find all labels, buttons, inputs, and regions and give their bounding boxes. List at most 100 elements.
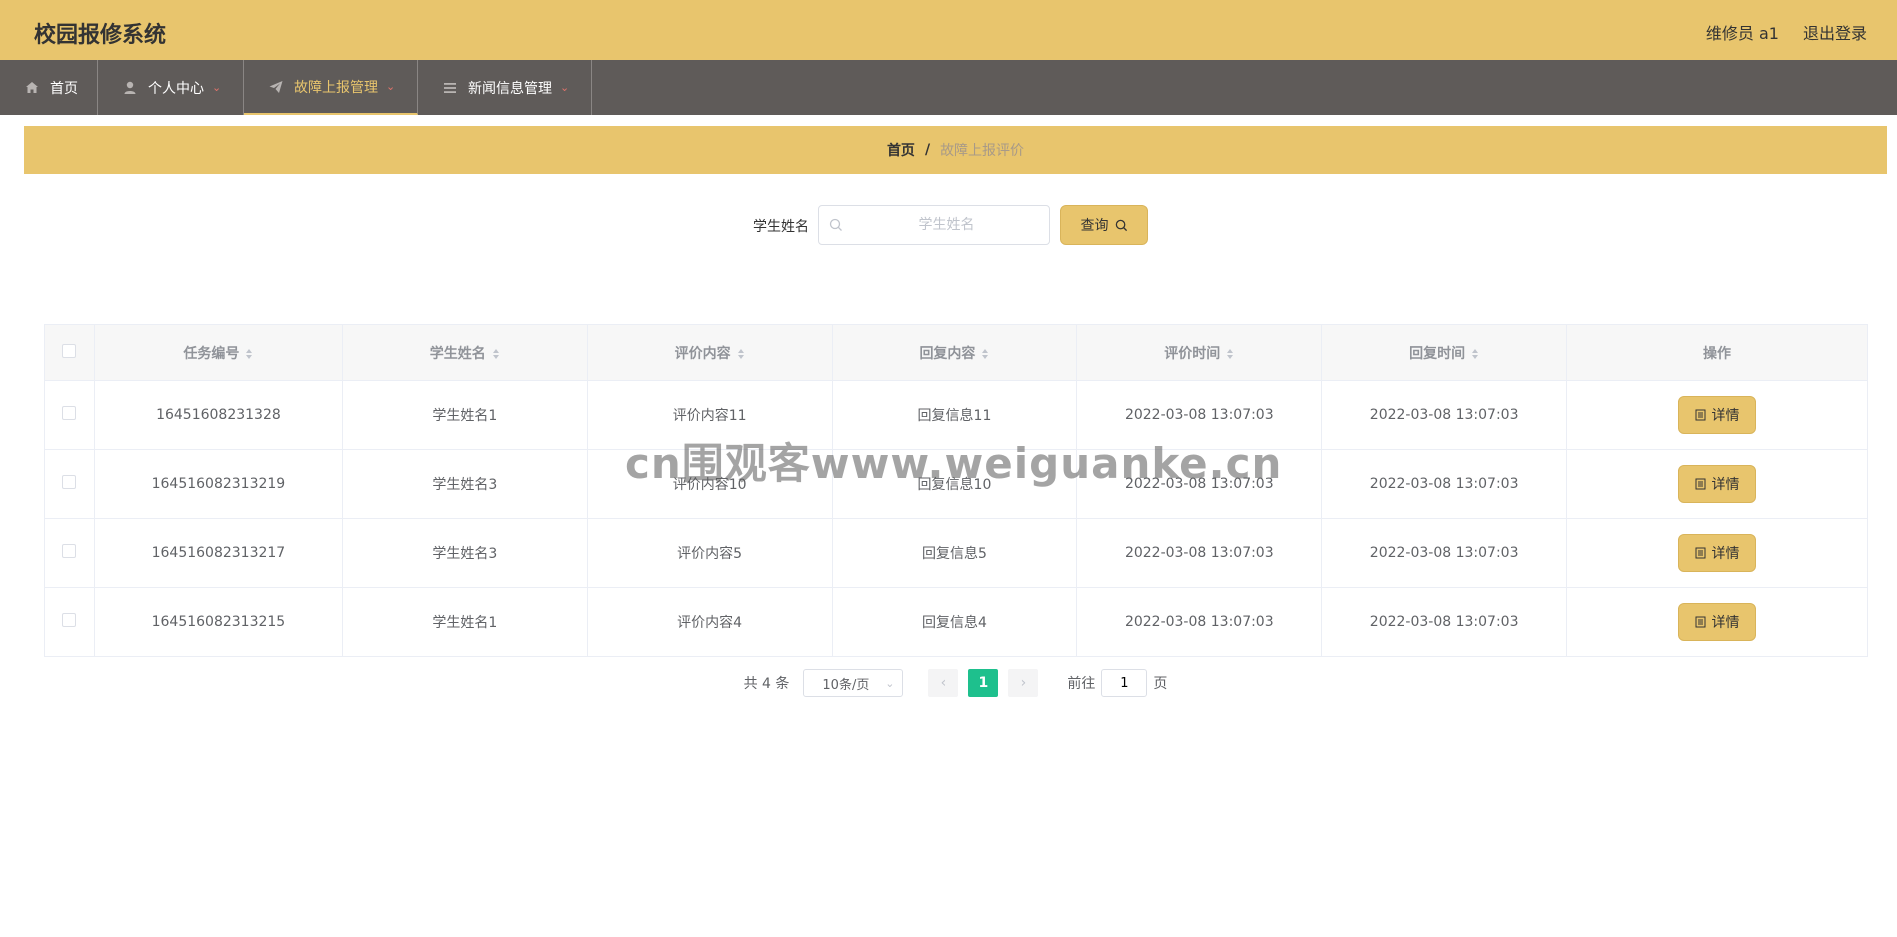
column-header-action: 操作 (1566, 324, 1868, 381)
column-header-review-time[interactable]: 评价时间 (1076, 324, 1323, 381)
cell-student: 学生姓名3 (341, 449, 588, 519)
detail-button[interactable]: 详情 (1678, 534, 1757, 572)
nav-item-news[interactable]: 新闻信息管理 ⌄ (418, 60, 592, 115)
search-input-wrapper (818, 205, 1050, 245)
main-content: 学生姓名 查询 任务编号 学生姓名 评价内容 回复内容 评价时间 回复时间 操作… (24, 184, 1887, 716)
page-number-current[interactable]: 1 (968, 669, 999, 697)
cell-task-no: 164516082313217 (93, 518, 343, 588)
cell-action: 详情 (1566, 380, 1868, 450)
row-select (44, 380, 95, 450)
cell-reply-time: 2022-03-08 13:07:03 (1321, 380, 1568, 450)
goto-page-input[interactable] (1101, 669, 1148, 697)
search-label: 学生姓名 (753, 219, 809, 235)
chevron-right-icon: › (1020, 675, 1027, 691)
row-select (44, 587, 95, 657)
nav-label-personal: 个人中心 (148, 80, 204, 97)
cell-task-no: 164516082313215 (93, 587, 343, 657)
cell-review-time: 2022-03-08 13:07:03 (1076, 380, 1323, 450)
row-checkbox[interactable] (62, 613, 77, 627)
column-header-task-no[interactable]: 任务编号 (93, 324, 343, 381)
goto-label: 前往 (1067, 676, 1096, 692)
search-icon (1115, 219, 1127, 231)
column-header-student[interactable]: 学生姓名 (341, 324, 588, 381)
next-page-button[interactable]: › (1008, 669, 1039, 697)
table-row: 16451608231328 学生姓名1 评价内容11 回复信息11 2022-… (44, 380, 1868, 450)
prev-page-button[interactable]: ‹ (928, 669, 959, 697)
pagination-total: 共 4 条 (743, 676, 790, 692)
column-header-reply-time[interactable]: 回复时间 (1321, 324, 1568, 381)
nav-item-home[interactable]: 首页 (0, 60, 98, 115)
table-row: 164516082313215 学生姓名1 评价内容4 回复信息4 2022-0… (44, 587, 1868, 657)
breadcrumb: 首页 / 故障上报评价 (24, 126, 1887, 174)
logout-link[interactable]: 退出登录 (1803, 20, 1867, 44)
detail-button[interactable]: 详情 (1678, 603, 1757, 641)
cell-student: 学生姓名1 (341, 380, 588, 450)
cell-reply-time: 2022-03-08 13:07:03 (1321, 587, 1568, 657)
page-size-value: 10条/页 (822, 677, 870, 693)
cell-reply: 回复信息5 (831, 518, 1078, 588)
search-icon (829, 218, 842, 231)
detail-button[interactable]: 详情 (1678, 465, 1757, 503)
sort-icon (246, 348, 253, 359)
chevron-down-icon: ⌄ (885, 676, 895, 690)
cell-reply: 回复信息11 (831, 380, 1078, 450)
breadcrumb-separator: / (924, 142, 931, 158)
sort-icon (1472, 348, 1479, 359)
pagination: 共 4 条 10条/页 ⌄ ‹ 1 › 前往 页 (24, 668, 1887, 698)
nav-label-news: 新闻信息管理 (468, 80, 552, 97)
goto-suffix: 页 (1153, 676, 1168, 692)
row-checkbox[interactable] (62, 544, 77, 558)
sort-icon (982, 348, 989, 359)
breadcrumb-home[interactable]: 首页 (887, 140, 915, 160)
cell-action: 详情 (1566, 518, 1868, 588)
home-icon (26, 81, 38, 93)
query-button[interactable]: 查询 (1060, 205, 1148, 245)
cell-action: 详情 (1566, 449, 1868, 519)
sort-icon (1227, 348, 1234, 359)
row-checkbox[interactable] (62, 475, 77, 489)
column-header-review[interactable]: 评价内容 (586, 324, 833, 381)
document-icon (1695, 616, 1706, 628)
cell-task-no: 16451608231328 (93, 380, 343, 450)
user-label: 维修员 a1 (1705, 24, 1779, 43)
row-select (44, 449, 95, 519)
cell-review: 评价内容5 (586, 518, 833, 588)
cell-student: 学生姓名3 (341, 518, 588, 588)
header-select-all (44, 324, 95, 381)
list-icon (444, 82, 456, 93)
table-row: 164516082313219 学生姓名3 评价内容10 回复信息10 2022… (44, 449, 1868, 519)
table-header-row: 任务编号 学生姓名 评价内容 回复内容 评价时间 回复时间 操作 (44, 324, 1868, 381)
cell-reply-time: 2022-03-08 13:07:03 (1321, 449, 1568, 519)
nav-item-personal[interactable]: 个人中心 ⌄ (98, 60, 244, 115)
column-header-reply[interactable]: 回复内容 (831, 324, 1078, 381)
main-nav: 首页 个人中心 ⌄ 故障上报管理 ⌄ 新闻信息管理 ⌄ (0, 60, 1897, 115)
cell-task-no: 164516082313219 (93, 449, 343, 519)
paper-plane-icon (269, 80, 283, 93)
table-row: 164516082313217 学生姓名3 评价内容5 回复信息5 2022-0… (44, 518, 1868, 588)
document-icon (1695, 409, 1706, 421)
search-input[interactable] (849, 206, 1044, 244)
review-table: 任务编号 学生姓名 评价内容 回复内容 评价时间 回复时间 操作 1645160… (44, 324, 1868, 657)
user-area: 维修员 a1 退出登录 (1706, 20, 1867, 44)
query-button-label: 查询 (1080, 218, 1109, 234)
chevron-down-icon: ⌄ (560, 81, 570, 94)
cell-review-time: 2022-03-08 13:07:03 (1076, 449, 1323, 519)
app-title: 校园报修系统 (34, 23, 167, 48)
cell-action: 详情 (1566, 587, 1868, 657)
cell-reply-time: 2022-03-08 13:07:03 (1321, 518, 1568, 588)
detail-button[interactable]: 详情 (1678, 396, 1757, 434)
nav-label-fault-report: 故障上报管理 (294, 79, 378, 96)
cell-review: 评价内容10 (586, 449, 833, 519)
sort-icon (492, 348, 499, 359)
document-icon (1695, 478, 1706, 490)
user-icon (124, 81, 136, 94)
row-checkbox[interactable] (62, 406, 77, 420)
cell-reply: 回复信息10 (831, 449, 1078, 519)
nav-item-fault-report[interactable]: 故障上报管理 ⌄ (244, 60, 418, 115)
chevron-left-icon: ‹ (940, 675, 947, 691)
select-all-checkbox[interactable] (62, 343, 77, 358)
cell-review-time: 2022-03-08 13:07:03 (1076, 518, 1323, 588)
page-size-select[interactable]: 10条/页 ⌄ (803, 669, 904, 697)
sort-icon (737, 348, 744, 359)
nav-label-home: 首页 (50, 80, 78, 97)
